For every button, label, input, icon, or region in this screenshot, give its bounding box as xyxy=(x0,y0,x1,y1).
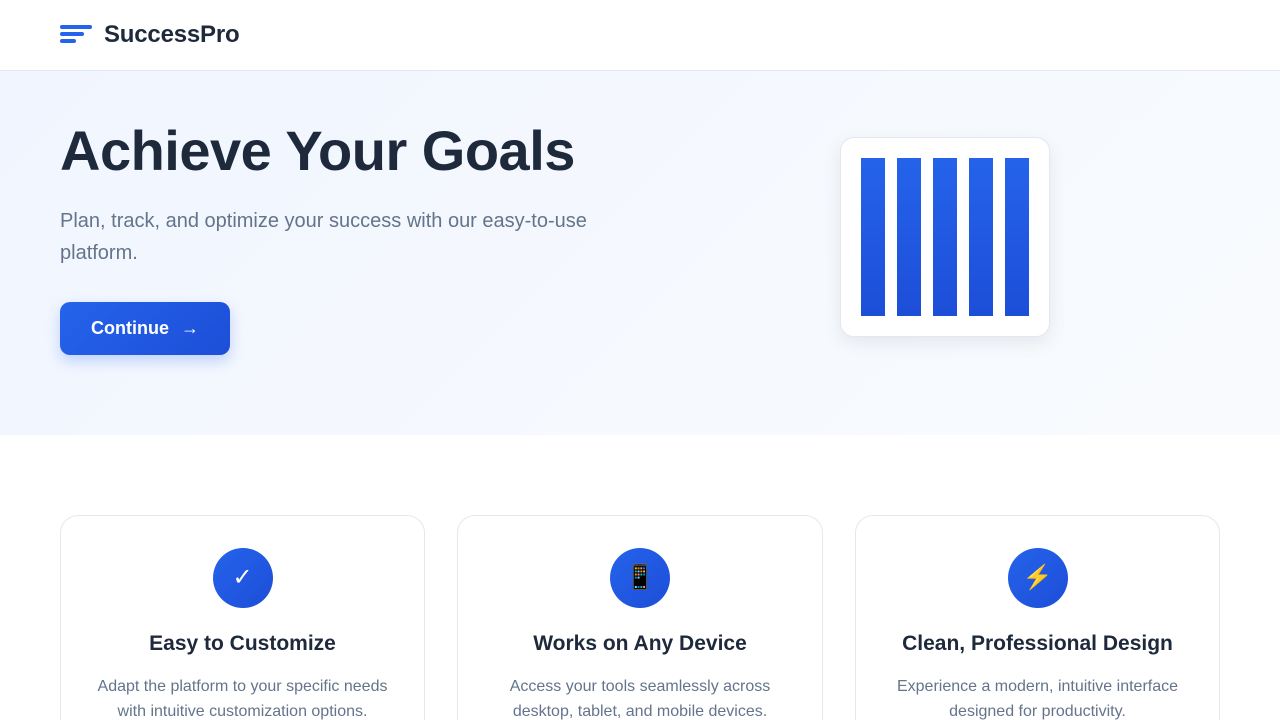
bar-columns-illustration xyxy=(840,137,1050,337)
hero-section: Achieve Your Goals Plan, track, and opti… xyxy=(0,71,1280,435)
site-header: SuccessPro xyxy=(0,0,1280,71)
checkmark-icon: ✓ xyxy=(212,548,273,608)
feature-title: Easy to Customize xyxy=(149,632,336,655)
feature-card-design: ⚡ Clean, Professional Design Experience … xyxy=(855,515,1220,720)
arrow-right-icon: → xyxy=(181,318,199,338)
feature-description: Adapt the platform to your specific need… xyxy=(97,678,388,720)
hero-subtitle: Plan, track, and optimize your success w… xyxy=(60,210,587,264)
illustration-bar xyxy=(1005,158,1029,316)
feature-description: Access your tools seamlessly across desk… xyxy=(509,678,771,720)
feature-title: Works on Any Device xyxy=(533,632,747,655)
continue-button-label: Continue xyxy=(91,318,169,338)
illustration-bar xyxy=(861,158,885,316)
feature-title: Clean, Professional Design xyxy=(902,632,1173,655)
illustration-bar xyxy=(897,158,921,316)
hero-title: Achieve Your Goals xyxy=(60,119,575,182)
lightning-icon: ⚡ xyxy=(1007,548,1068,608)
illustration-bar xyxy=(933,158,957,316)
feature-card-customize: ✓ Easy to Customize Adapt the platform t… xyxy=(60,515,425,720)
feature-description: Experience a modern, intuitive interface… xyxy=(896,678,1179,720)
mobile-phone-icon: 📱 xyxy=(610,548,670,608)
brand-name[interactable]: SuccessPro xyxy=(104,21,240,49)
stacked-lines-logo-icon[interactable] xyxy=(60,25,92,45)
illustration-bar xyxy=(969,158,993,316)
continue-button[interactable]: Continue → xyxy=(60,302,230,355)
feature-card-device: 📱 Works on Any Device Access your tools … xyxy=(457,515,823,720)
